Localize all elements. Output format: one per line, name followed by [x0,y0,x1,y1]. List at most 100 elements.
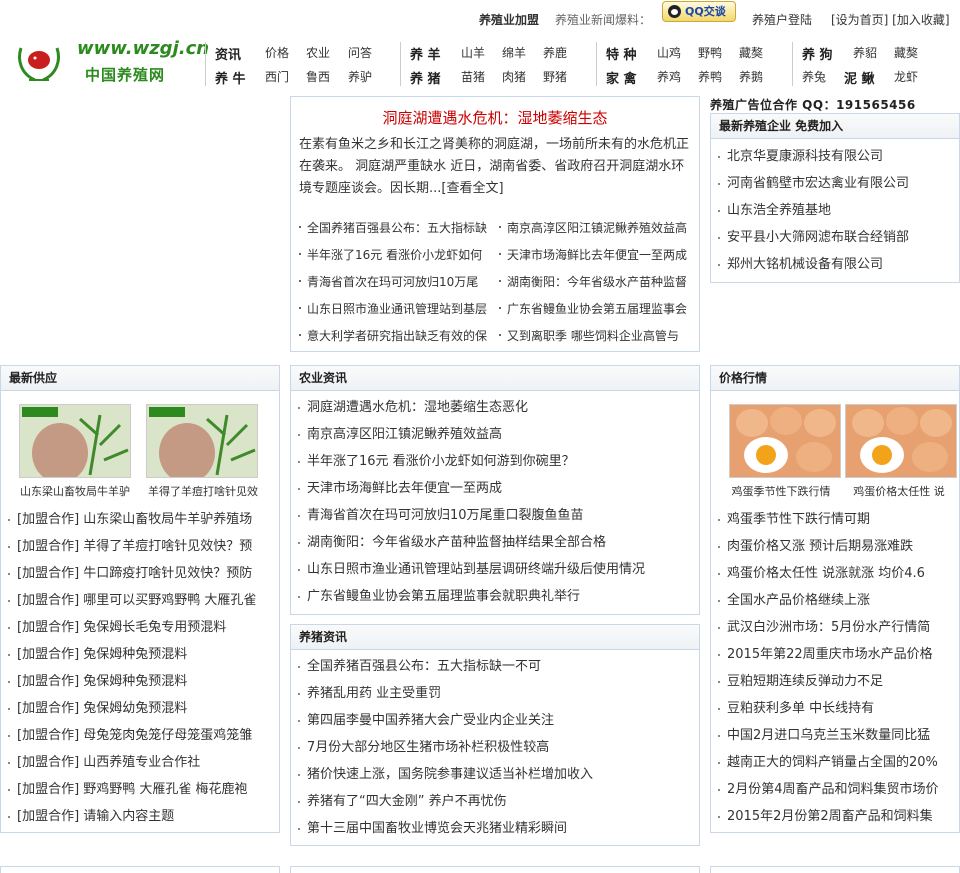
nav-item[interactable]: 养鹅 [739,68,763,85]
list-item[interactable]: 豆粕短期连续反弹动力不足 [711,668,959,695]
price-thumb-caption[interactable]: 鸡蛋季节性下跌行情 [721,483,841,499]
list-item[interactable]: 全国水产品价格继续上涨 [711,587,959,614]
list-item-tag[interactable]: [加盟合作] [17,674,79,689]
nav-item[interactable]: 资讯 [215,44,241,63]
list-item[interactable]: 天津市场海鲜比去年便宜一至两成 [291,475,699,502]
list-item-tag[interactable]: [加盟合作] [17,566,79,581]
headline-link[interactable]: 意大利学者研究指出缺乏有效的保 [299,327,489,344]
headline-link[interactable]: 半年涨了16元 看涨价小龙虾如何 [299,246,489,263]
ad-cooperation-title[interactable]: 养殖广告位合作 QQ：191565456 [710,96,916,113]
nav-item[interactable]: 野鸭 [698,44,722,61]
list-item[interactable]: 豆粕获利多单 中长线持有 [711,695,959,722]
headline-link[interactable]: 湖南衡阳：今年省级水产苗种监督 [499,273,689,290]
list-item[interactable]: 养猪有了“四大金刚” 养户不再忧伤 [291,788,699,815]
list-item[interactable]: 湖南衡阳：今年省级水产苗种监督抽样结果全部合格 [291,529,699,556]
list-item[interactable]: 广东省鳗鱼业协会第五届理监事会就职典礼举行 [291,583,699,610]
list-item[interactable]: [加盟合作] 请输入内容主题 [1,803,279,830]
nav-item[interactable]: 养 猪 [410,68,441,87]
list-item[interactable]: 全国养猪百强县公布：五大指标缺一不可 [291,653,699,680]
list-item[interactable]: 河南省鹤壁市宏达禽业有限公司 [711,170,959,197]
list-item[interactable]: 2015年2月份第2周畜产品和饲料集 [711,803,959,830]
list-item[interactable]: [加盟合作] 牛口蹄疫打啥针见效快？预防 [1,560,279,587]
list-item[interactable]: 第十三届中国畜牧业博览会天兆猪业精彩瞬间 [291,815,699,842]
nav-item[interactable]: 养鸡 [657,68,681,85]
supply-thumb-caption[interactable]: 山东梁山畜牧局牛羊驴 [11,483,139,499]
price-thumb-image[interactable] [729,404,841,478]
list-item[interactable]: 洞庭湖遭遇水危机：湿地萎缩生态恶化 [291,394,699,421]
home-fav-links[interactable]: [设为首页] [加入收藏] [831,11,950,28]
supply-thumb-caption[interactable]: 羊得了羊痘打啥针见效 [139,483,267,499]
list-item-tag[interactable]: [加盟合作] [17,728,79,743]
list-item[interactable]: 南京高淳区阳江镇泥鳅养殖效益高 [291,421,699,448]
list-item[interactable]: 郑州大铭机械设备有限公司 [711,251,959,278]
list-item[interactable]: 安平县小大筛网滤布联合经销部 [711,224,959,251]
nav-item[interactable]: 绵羊 [502,44,526,61]
list-item[interactable]: 鸡蛋季节性下跌行情可期 [711,506,959,533]
price-thumb-image[interactable] [845,404,957,478]
list-item-tag[interactable]: [加盟合作] [17,593,79,608]
list-item-tag[interactable]: [加盟合作] [17,539,79,554]
list-item[interactable]: 肉蛋价格又涨 预计后期易涨难跌 [711,533,959,560]
list-item[interactable]: 2015年第22周重庆市场水产品价格 [711,641,959,668]
list-item[interactable]: [加盟合作] 羊得了羊痘打啥针见效快？预 [1,533,279,560]
nav-item[interactable]: 藏獒 [739,44,763,61]
list-item[interactable]: 第四届李曼中国养猪大会广受业内企业关注 [291,707,699,734]
nav-item[interactable]: 价格 [265,44,289,61]
nav-item[interactable]: 养 羊 [410,44,441,63]
list-item[interactable]: 北京华夏康源科技有限公司 [711,143,959,170]
nav-item[interactable]: 养鸭 [698,68,722,85]
login-link[interactable]: 养殖户登陆 [752,11,812,28]
list-item[interactable]: [加盟合作] 野鸡野鸭 大雁孔雀 梅花鹿袍 [1,776,279,803]
list-item[interactable]: [加盟合作] 兔保姆长毛兔专用预混料 [1,614,279,641]
nav-item[interactable]: 龙虾 [894,68,918,85]
list-item[interactable]: [加盟合作] 兔保姆幼兔预混料 [1,695,279,722]
list-item-tag[interactable]: [加盟合作] [17,647,79,662]
list-item[interactable]: 中国2月进口乌克兰玉米数量同比猛 [711,722,959,749]
site-logo[interactable]: www.wzgj.cn 中国养殖网 [15,36,209,88]
list-item[interactable]: [加盟合作] 山西养殖专业合作社 [1,749,279,776]
list-item-tag[interactable]: [加盟合作] [17,755,79,770]
nav-item[interactable]: 养鹿 [543,44,567,61]
list-item[interactable]: [加盟合作] 母兔笼肉兔笼仔母笼蛋鸡笼雏 [1,722,279,749]
headline-link[interactable]: 南京高淳区阳江镇泥鳅养殖效益高 [499,219,689,236]
nav-item[interactable]: 山羊 [461,44,485,61]
list-item[interactable]: [加盟合作] 兔保姆种兔预混料 [1,668,279,695]
list-item-tag[interactable]: [加盟合作] [17,512,79,527]
feature-intro[interactable]: 在素有鱼米之乡和长江之肾美称的洞庭湖，一场前所未有的水危机正在袭来。 洞庭湖严重… [299,134,691,200]
nav-item[interactable]: 养 牛 [215,68,246,87]
nav-item[interactable]: 养貂 [853,44,877,61]
supply-thumb-image[interactable] [146,404,258,478]
nav-item[interactable]: 苗猪 [461,68,485,85]
headline-link[interactable]: 青海省首次在玛可河放归10万尾 [299,273,489,290]
nav-item[interactable]: 养驴 [348,68,372,85]
join-link[interactable]: 养殖业加盟 [479,11,539,28]
list-item[interactable]: 武汉白沙洲市场：5月份水产行情简 [711,614,959,641]
list-item[interactable]: 山东日照市渔业通讯管理站到基层调研终端升级后使用情况 [291,556,699,583]
list-item[interactable]: [加盟合作] 哪里可以买野鸡野鸭 大雁孔雀 [1,587,279,614]
headline-link[interactable]: 山东日照市渔业通讯管理站到基层 [299,300,489,317]
headline-link[interactable]: 广东省鳗鱼业协会第五届理监事会 [499,300,689,317]
nav-item[interactable]: 肉猪 [502,68,526,85]
list-item[interactable]: [加盟合作] 山东梁山畜牧局牛羊驴养殖场 [1,506,279,533]
nav-item[interactable]: 野猪 [543,68,567,85]
supply-thumb-image[interactable] [19,404,131,478]
nav-item[interactable]: 山鸡 [657,44,681,61]
nav-item[interactable]: 养兔 [802,68,826,85]
nav-item[interactable]: 农业 [306,44,330,61]
nav-item[interactable]: 西门 [265,68,289,85]
headline-link[interactable]: 又到离职季 哪些饲料企业高管与 [499,327,689,344]
list-item[interactable]: 山东浩全养殖基地 [711,197,959,224]
list-item[interactable]: 2月份第4周畜产品和饲料集贸市场价 [711,776,959,803]
nav-item[interactable]: 特 种 [606,44,637,63]
feature-title[interactable]: 洞庭湖遭遇水危机：湿地萎缩生态 [291,107,699,128]
nav-item[interactable]: 鲁西 [306,68,330,85]
nav-item[interactable]: 养 狗 [802,44,833,63]
list-item[interactable]: 青海省首次在玛可河放归10万尾重口裂腹鱼鱼苗 [291,502,699,529]
qq-chat-button[interactable]: QQ交谈 [662,1,736,22]
nav-item[interactable]: 家 禽 [606,68,637,87]
nav-item[interactable]: 藏獒 [894,44,918,61]
list-item-tag[interactable]: [加盟合作] [17,701,79,716]
price-thumb-caption[interactable]: 鸡蛋价格太任性 说 [839,483,959,499]
list-item[interactable]: 7月份大部分地区生猪市场补栏积极性较高 [291,734,699,761]
list-item[interactable]: 越南正大的饲料产销量占全国的20% [711,749,959,776]
